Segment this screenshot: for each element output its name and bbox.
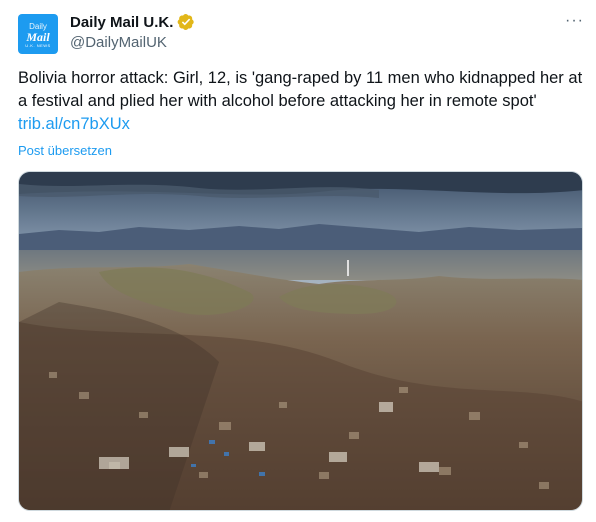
translate-post-link[interactable]: Post übersetzen [18,143,112,158]
tweet-body: Bolivia horror attack: Girl, 12, is 'gan… [18,69,583,110]
avatar-line-1: Daily [29,21,47,31]
display-name[interactable]: Daily Mail U.K. [70,14,173,31]
tweet-media-photo[interactable] [18,171,583,511]
author-handle[interactable]: @DailyMailUK [70,34,167,51]
tweet-link[interactable]: trib.al/cn7bXUx [18,115,130,133]
avatar-line-2: Mail [26,29,50,44]
verified-badge-icon[interactable] [177,13,195,31]
more-options-icon[interactable]: ··· [565,12,584,30]
tweet-text: Bolivia horror attack: Girl, 12, is 'gan… [18,67,588,136]
city-landscape-photo-icon [19,172,582,510]
author-name-row: Daily Mail U.K. [70,13,195,31]
avatar-line-3: U.K. NEWS [25,42,51,48]
avatar[interactable]: Daily Mail U.K. NEWS [18,14,58,54]
